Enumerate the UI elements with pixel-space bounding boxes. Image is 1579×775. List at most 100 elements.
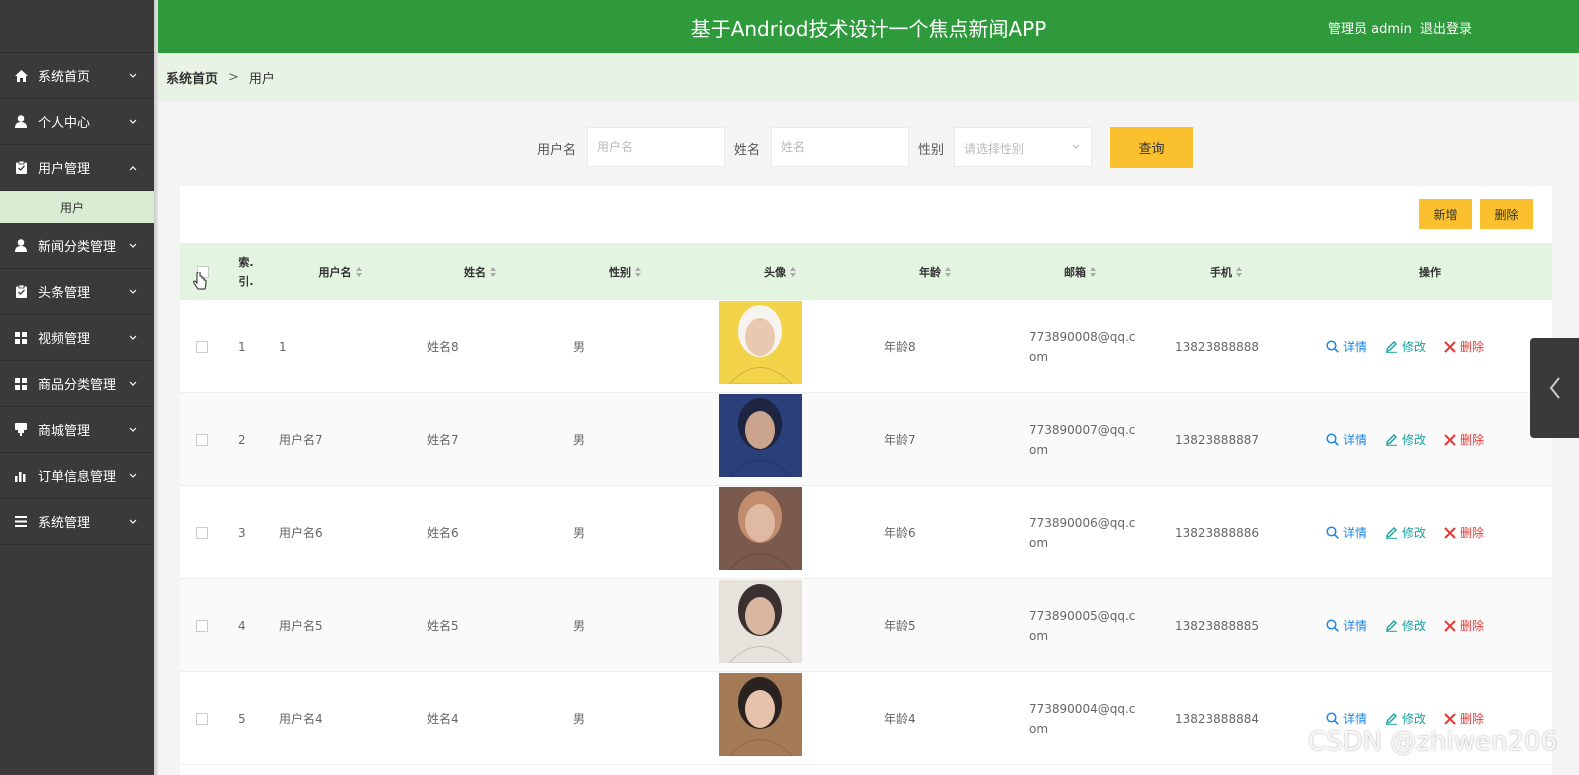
username-search-input[interactable] <box>587 127 725 167</box>
delete-label: 删除 <box>1460 712 1485 726</box>
row-email: 773890008@qq.com <box>1029 329 1136 364</box>
row-age: 年龄4 <box>884 712 916 726</box>
detail-label: 详情 <box>1343 433 1368 447</box>
row-checkbox[interactable] <box>196 433 208 446</box>
row-select-cell <box>196 300 208 393</box>
row-checkbox[interactable] <box>196 526 208 539</box>
header-name[interactable]: 姓名 <box>430 243 530 300</box>
chevron-down-icon <box>129 119 137 124</box>
sidebar-item-9[interactable]: 系统管理 <box>0 499 154 545</box>
sidebar-item-label: 订单信息管理 <box>38 470 117 485</box>
row-email: 773890005@qq.com <box>1029 608 1136 643</box>
row-phone: 13823888884 <box>1175 711 1259 726</box>
row-index: 3 <box>238 525 246 540</box>
username-search-label: 用户名 <box>537 143 577 158</box>
sidebar-subitem-user[interactable]: 用户 <box>0 191 154 223</box>
sort-icon <box>790 266 796 277</box>
table-header: 索.引. 用户名 姓名 性别 头像 年龄 邮箱 手机 操作 <box>180 243 1552 300</box>
collapse-toggle[interactable] <box>1530 338 1579 438</box>
sidebar-item-8[interactable]: 订单信息管理 <box>0 453 154 499</box>
name-search-input[interactable] <box>771 127 909 167</box>
detail-button[interactable]: 详情 <box>1326 338 1367 355</box>
header-age-label: 年龄 <box>919 265 941 279</box>
edit-button[interactable]: 修改 <box>1385 617 1426 634</box>
row-gender: 男 <box>573 433 586 447</box>
row-email: 773890004@qq.com <box>1029 701 1136 736</box>
detail-button[interactable]: 详情 <box>1326 617 1367 634</box>
row-email: 773890006@qq.com <box>1029 515 1136 550</box>
header-email[interactable]: 邮箱 <box>1030 243 1130 300</box>
edit-button[interactable]: 修改 <box>1385 524 1426 541</box>
batch-delete-button[interactable]: 删除 <box>1480 199 1533 229</box>
delete-button[interactable]: 删除 <box>1444 617 1484 634</box>
table-row: 3 用户名6 姓名6 男 年龄6 773890006@qq.com 13823888886 详… <box>180 486 1552 579</box>
row-age: 年龄8 <box>884 340 916 354</box>
header-age[interactable]: 年龄 <box>885 243 985 300</box>
sidebar-item-7[interactable]: 商城管理 <box>0 407 154 453</box>
row-gender: 男 <box>573 526 586 540</box>
flag-icon <box>14 423 28 437</box>
chevron-down-icon <box>129 519 137 524</box>
table-panel: 新增 删除 索.引. 用户名 姓名 性别 头像 年龄 邮箱 手机 操作 1 1 姓名… <box>180 186 1552 775</box>
delete-button[interactable]: 删除 <box>1444 710 1484 727</box>
sidebar-item-3[interactable]: 新闻分类管理 <box>0 223 154 269</box>
sidebar-item-label: 用户管理 <box>38 162 91 177</box>
row-gender: 男 <box>573 712 586 726</box>
clipboard-icon <box>14 161 28 175</box>
sidebar-item-6[interactable]: 商品分类管理 <box>0 361 154 407</box>
detail-button[interactable]: 详情 <box>1326 524 1367 541</box>
avatar <box>719 487 802 570</box>
header-avatar[interactable]: 头像 <box>730 243 830 300</box>
table-row: 2 用户名7 姓名7 男 年龄7 773890007@qq.com 13823888887 详… <box>180 393 1552 486</box>
edit-button[interactable]: 修改 <box>1385 431 1426 448</box>
edit-button[interactable]: 修改 <box>1385 338 1426 355</box>
sidebar-item-1[interactable]: 个人中心 <box>0 99 154 145</box>
row-checkbox[interactable] <box>196 340 208 353</box>
row-email-cell: 773890006@qq.com <box>1029 486 1139 579</box>
row-index: 4 <box>238 618 246 633</box>
detail-button[interactable]: 详情 <box>1326 710 1367 727</box>
delete-button[interactable]: 删除 <box>1444 524 1484 541</box>
row-age: 年龄7 <box>884 433 916 447</box>
sort-icon <box>945 266 951 277</box>
search-icon <box>1326 619 1339 632</box>
header-username[interactable]: 用户名 <box>280 243 400 300</box>
pencil-icon <box>1386 527 1398 539</box>
sidebar-item-2[interactable]: 用户管理 <box>0 145 154 191</box>
gender-search-label: 性别 <box>918 143 945 158</box>
close-icon <box>1444 619 1456 632</box>
detail-button[interactable]: 详情 <box>1326 431 1367 448</box>
chevron-down-icon <box>129 335 137 340</box>
row-email-cell: 773890007@qq.com <box>1029 393 1139 486</box>
breadcrumb-home[interactable]: 系统首页 <box>166 68 218 87</box>
sidebar-item-4[interactable]: 头条管理 <box>0 269 154 315</box>
sidebar-item-0[interactable]: 系统首页 <box>0 53 154 99</box>
row-email-cell: 773890008@qq.com <box>1029 300 1139 393</box>
row-phone: 13823888887 <box>1175 432 1259 447</box>
query-button[interactable]: 查询 <box>1110 127 1193 168</box>
row-checkbox[interactable] <box>196 619 208 632</box>
avatar <box>719 673 802 756</box>
edit-label: 修改 <box>1402 433 1427 447</box>
search-icon <box>1326 712 1339 725</box>
row-age: 年龄5 <box>884 619 916 633</box>
delete-button[interactable]: 删除 <box>1444 431 1484 448</box>
chevron-up-icon <box>129 165 137 170</box>
delete-button[interactable]: 删除 <box>1444 338 1484 355</box>
row-checkbox[interactable] <box>196 712 208 725</box>
person-icon <box>14 115 28 129</box>
row-phone: 13823888886 <box>1175 525 1259 540</box>
close-icon <box>1444 340 1456 353</box>
row-email: 773890007@qq.com <box>1029 422 1136 457</box>
header-phone[interactable]: 手机 <box>1176 243 1276 300</box>
row-username: 用户名5 <box>279 619 323 633</box>
header-gender[interactable]: 性别 <box>575 243 675 300</box>
breadcrumb-current: 用户 <box>248 71 275 87</box>
gender-select[interactable]: 请选择性别 <box>954 127 1092 167</box>
add-button[interactable]: 新增 <box>1419 199 1472 229</box>
edit-button[interactable]: 修改 <box>1385 710 1426 727</box>
admin-label: 管理员 admin <box>1328 22 1412 37</box>
logout-link[interactable]: 退出登录 <box>1420 18 1472 37</box>
close-icon <box>1444 526 1456 539</box>
sidebar-item-5[interactable]: 视频管理 <box>0 315 154 361</box>
